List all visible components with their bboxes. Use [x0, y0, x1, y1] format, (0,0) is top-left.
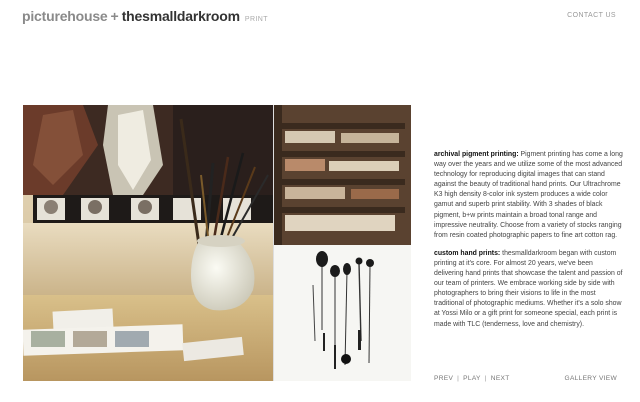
heading-custom-hand-prints: custom hand prints: [434, 249, 501, 257]
contact-us-link[interactable]: CONTACT US [567, 12, 616, 19]
text-custom-hand-prints: thesmalldarkroom began with custom print… [434, 249, 623, 328]
hero-photo [23, 105, 411, 381]
logo-thesmalldarkroom: thesmalldarkroom [121, 8, 240, 24]
play-link[interactable]: PLAY [463, 375, 481, 382]
next-link[interactable]: NEXT [491, 375, 510, 382]
nav-separator: | [457, 375, 460, 382]
heading-archival-pigment: archival pigment printing: [434, 151, 519, 158]
logo-plus: + [110, 8, 119, 24]
paragraph-archival: archival pigment printing: Pigment print… [434, 150, 624, 241]
logo-print: PRINT [244, 16, 268, 23]
prev-link[interactable]: PREV [434, 375, 453, 382]
text-archival-pigment: Pigment printing has come a long way ove… [434, 151, 623, 239]
nav-separator: | [484, 375, 487, 382]
site-logo[interactable]: picturehouse + thesmalldarkroom PRINT [22, 8, 268, 28]
slideshow-nav: PREV | PLAY | NEXT [434, 375, 510, 382]
logo-picturehouse: picturehouse [22, 8, 108, 24]
service-description: archival pigment printing: Pigment print… [434, 150, 624, 338]
paragraph-custom: custom hand prints: thesmalldarkroom beg… [434, 249, 624, 330]
gallery-view-link[interactable]: GALLERY VIEW [565, 375, 617, 382]
photo-collage-image [23, 105, 411, 381]
